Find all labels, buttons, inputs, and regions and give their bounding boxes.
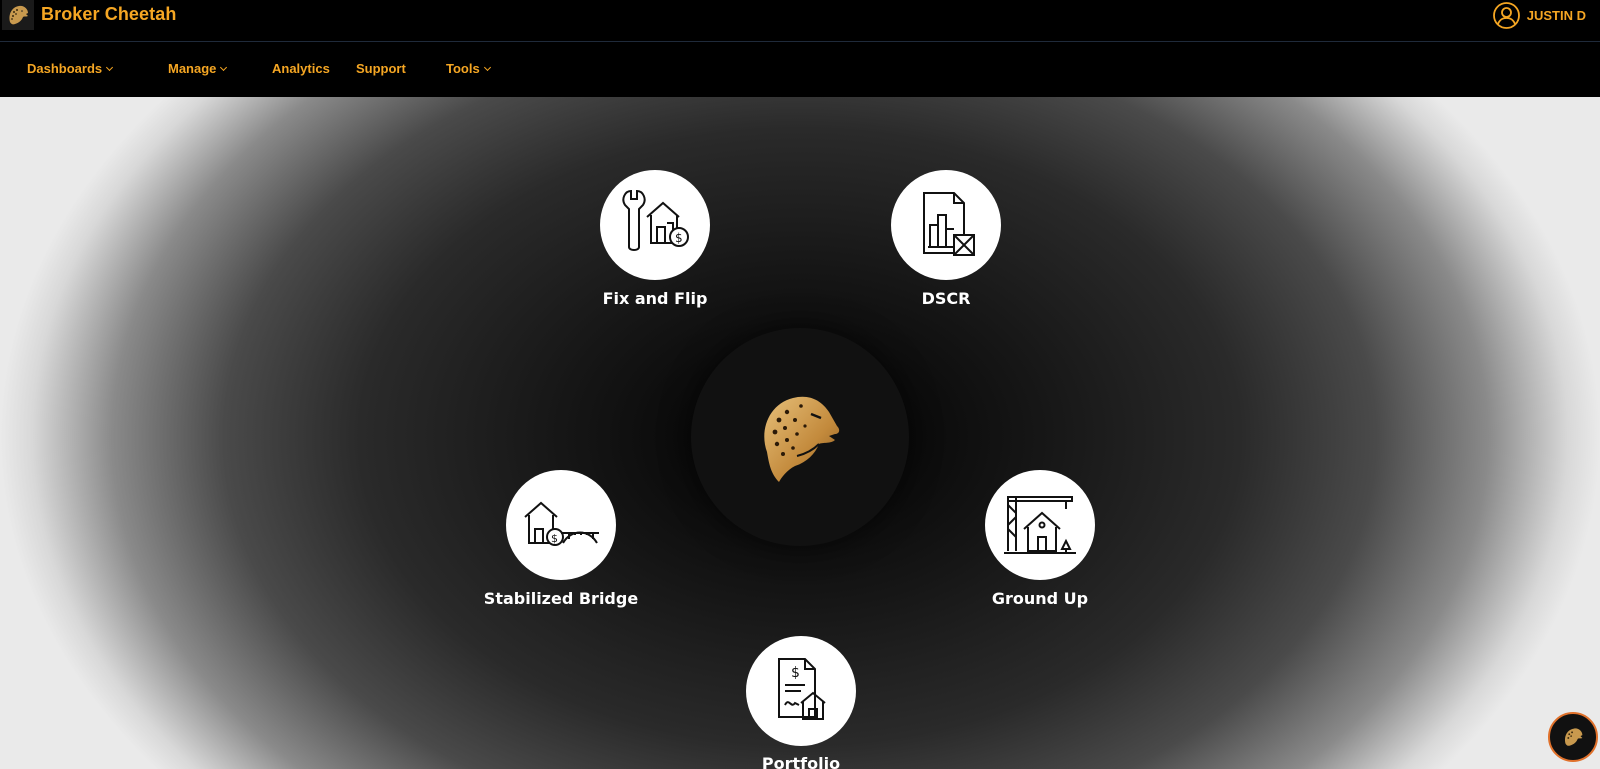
- cheetah-logo-icon[interactable]: [2, 0, 34, 30]
- user-menu[interactable]: JUSTIN D: [1492, 1, 1586, 29]
- portfolio-icon: $: [778, 658, 826, 720]
- user-avatar-icon: [1492, 1, 1520, 29]
- portfolio-button[interactable]: $: [746, 636, 856, 746]
- stabilized-bridge-button[interactable]: $: [506, 470, 616, 580]
- brand-name[interactable]: Broker Cheetah: [41, 4, 176, 25]
- nav-dashboards[interactable]: Dashboards: [27, 61, 114, 76]
- ground-up-button[interactable]: [985, 470, 1095, 580]
- nav-tools[interactable]: Tools: [446, 61, 491, 76]
- chevron-down-icon: [483, 63, 491, 72]
- main-nav: Dashboards Manage Analytics Support Tool…: [0, 42, 1600, 97]
- nav-item-label: Manage: [168, 61, 217, 76]
- nav-item-label: Dashboards: [27, 61, 103, 76]
- svg-text:$: $: [551, 532, 558, 545]
- ground-up-icon: [1004, 496, 1076, 554]
- nav-item-label: Support: [356, 61, 406, 76]
- dscr-label[interactable]: DSCR: [826, 289, 1066, 308]
- chat-assistant-button[interactable]: [1548, 712, 1598, 762]
- svg-text:$: $: [791, 665, 800, 681]
- ground-up-label[interactable]: Ground Up: [920, 589, 1160, 608]
- chevron-down-icon: [106, 63, 114, 72]
- nav-item-label: Analytics: [272, 61, 330, 76]
- fix-and-flip-label[interactable]: Fix and Flip: [535, 289, 775, 308]
- fix-and-flip-icon: $: [622, 189, 689, 251]
- dscr-icon: [923, 192, 975, 256]
- portfolio-label[interactable]: Portfolio: [681, 754, 921, 769]
- nav-manage[interactable]: Manage: [168, 61, 228, 76]
- product-selector: $ Fix and Flip DSCR $ Stabilized Bridge …: [0, 97, 1600, 769]
- cheetah-logo-icon: [1565, 728, 1583, 746]
- dscr-button[interactable]: [891, 170, 1001, 280]
- svg-text:$: $: [675, 231, 683, 245]
- nav-item-label: Tools: [446, 61, 480, 76]
- user-name: JUSTIN D: [1526, 7, 1586, 23]
- fix-and-flip-button[interactable]: $: [600, 170, 710, 280]
- cheetah-hub: [691, 328, 909, 546]
- stabilized-bridge-label[interactable]: Stabilized Bridge: [441, 589, 681, 608]
- cheetah-logo-icon: [764, 396, 840, 482]
- nav-support[interactable]: Support: [356, 61, 406, 76]
- chevron-down-icon: [220, 63, 228, 72]
- nav-analytics[interactable]: Analytics: [272, 61, 330, 76]
- top-bar: Broker Cheetah JUSTIN D: [0, 0, 1600, 42]
- stabilized-bridge-icon: $: [524, 501, 599, 546]
